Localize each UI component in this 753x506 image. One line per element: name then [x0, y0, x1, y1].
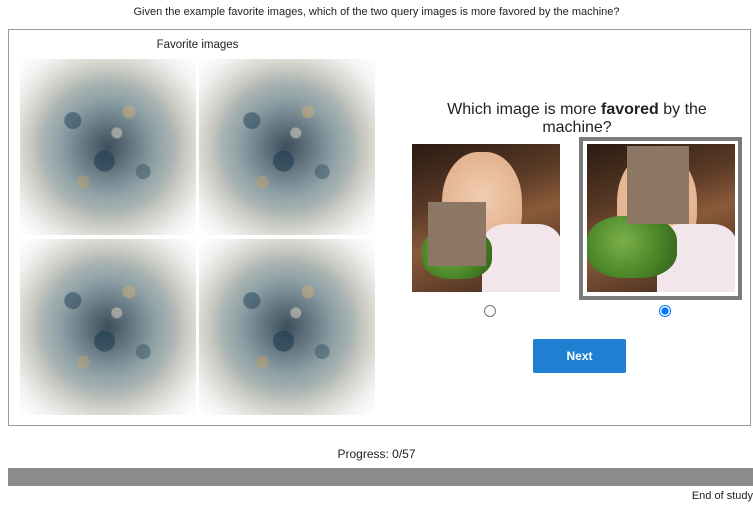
privacy-mask	[627, 146, 689, 224]
next-button[interactable]: Next	[533, 339, 626, 373]
favorite-image-1	[20, 59, 196, 235]
instruction-text: Given the example favorite images, which…	[133, 6, 620, 18]
question-prefix: Which image is more	[447, 101, 601, 118]
progress-bar	[8, 468, 753, 486]
favorite-image-2	[199, 59, 375, 235]
broccoli	[587, 216, 677, 278]
query-image-left[interactable]	[412, 144, 560, 292]
favorite-images-title: Favorite images	[156, 39, 239, 51]
privacy-mask	[428, 202, 486, 266]
radio-left[interactable]	[484, 305, 496, 317]
query-image-right[interactable]	[587, 144, 735, 292]
end-of-study-label: End of study	[691, 490, 753, 502]
progress-text: Progress: 0/57	[337, 447, 416, 461]
shirt	[482, 224, 560, 292]
question-text: Which image is more favored by the machi…	[412, 101, 742, 137]
question-emphasis: favored	[601, 101, 659, 118]
radio-right[interactable]	[659, 305, 671, 317]
favorite-image-4	[199, 239, 375, 415]
favorite-image-3	[20, 239, 196, 415]
